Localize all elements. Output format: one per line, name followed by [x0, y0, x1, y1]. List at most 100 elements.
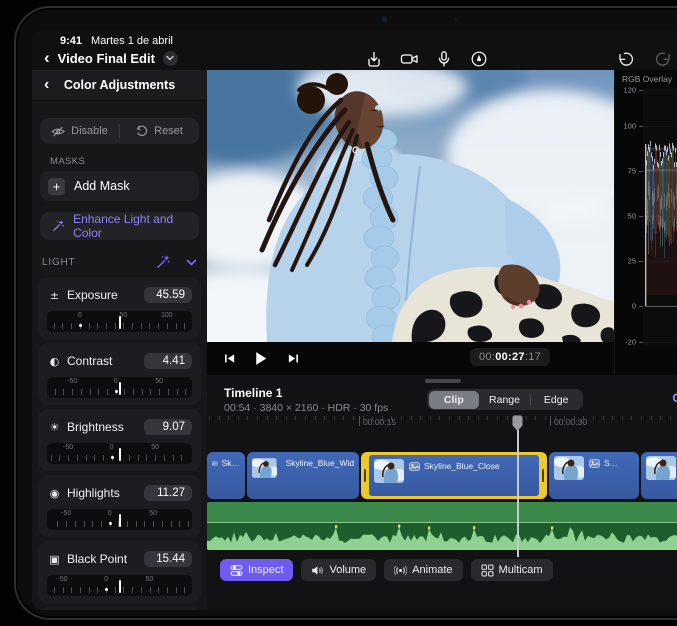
selected-clip[interactable]: Skyline_Blue_Close	[361, 452, 547, 499]
add-mask-button[interactable]: + Add Mask	[40, 171, 199, 201]
segment-range[interactable]: Range	[479, 391, 530, 409]
slider-handle[interactable]	[119, 316, 121, 329]
timeline-title: Timeline 1	[224, 386, 282, 400]
timeline-tick	[622, 416, 623, 420]
slider-value[interactable]: 45.59	[144, 287, 192, 303]
slider-handle[interactable]	[119, 514, 121, 527]
slider-handle[interactable]	[119, 382, 121, 395]
slider-ruler[interactable]: -50050	[47, 377, 192, 398]
light-collapse-button[interactable]	[186, 259, 197, 266]
ruler-tick	[54, 323, 55, 329]
slider-label: Black Point	[67, 552, 127, 566]
segment-edge[interactable]: Edge	[531, 391, 582, 409]
timeline-clip[interactable]: Skyline_Blue_Close	[369, 455, 539, 496]
panel-back-button[interactable]: ‹	[44, 76, 49, 94]
ruler-tick	[188, 521, 189, 527]
ruler-tick	[167, 323, 168, 329]
reset-label: Reset	[154, 125, 183, 137]
brightness-icon: ☀	[47, 421, 62, 434]
animate-button[interactable]: Animate	[384, 559, 462, 581]
inspect-button[interactable]: Inspect	[220, 559, 293, 581]
ruler-tick	[158, 323, 159, 329]
status-date: Martes 1 de abril	[91, 35, 173, 47]
panel-drag-handle[interactable]	[425, 379, 461, 383]
timeline-clip[interactable]	[641, 452, 677, 499]
timeline-tick	[228, 416, 229, 420]
ruler-tick	[176, 323, 177, 329]
slider-handle[interactable]	[119, 580, 121, 593]
timecode-display: 00:00:27:17	[470, 348, 550, 366]
ruler-tick	[153, 521, 154, 527]
ruler-tick	[129, 455, 130, 461]
trim-handle-left[interactable]	[364, 469, 366, 482]
chevron-down-icon	[166, 55, 174, 61]
timeline-tick	[487, 416, 488, 420]
skip-back-button[interactable]	[223, 352, 236, 365]
slider-handle[interactable]	[119, 448, 121, 461]
slider-brightness: ☀Brightness9.07-50050	[38, 409, 201, 471]
slider-highlights: ◉Highlights11.27-50050	[38, 475, 201, 537]
volume-button[interactable]: Volume	[301, 559, 376, 581]
title-dropdown-button[interactable]	[163, 51, 178, 66]
slider-ruler[interactable]: -50050	[47, 509, 192, 530]
segment-clip[interactable]: Clip	[429, 391, 480, 409]
audio-waveform-region	[207, 522, 677, 550]
clip-thumbnail	[554, 456, 584, 480]
slider-value[interactable]: 4.41	[144, 353, 192, 369]
record-video-button[interactable]	[399, 49, 419, 69]
slider-value[interactable]: 11.27	[144, 485, 192, 501]
ruler-tick-label: -50	[61, 510, 71, 517]
slider-label: Contrast	[67, 354, 112, 368]
inspect-icon	[230, 564, 243, 577]
timeline-ruler[interactable]: 00:00:1500:00:30	[207, 415, 677, 433]
panel-header: ‹ Color Adjustments	[32, 70, 207, 101]
ipad-device: 9:41 Martes 1 de abril ‹ Video Final Edi…	[14, 6, 677, 620]
animate-icon	[394, 564, 407, 577]
svg-text:120: 120	[623, 86, 636, 95]
masks-section-label: MASKS	[50, 156, 207, 167]
trim-handle-right[interactable]	[542, 469, 544, 482]
slider-ruler[interactable]: -50050	[47, 575, 192, 596]
back-chevron-icon[interactable]: ‹	[44, 48, 50, 68]
pencil-tool-button[interactable]	[469, 49, 489, 69]
cut-off-button[interactable]: C	[672, 391, 677, 405]
ruler-tick-label: 0	[114, 378, 118, 385]
enhance-light-color-button[interactable]: Enhance Light and Color	[40, 212, 199, 240]
slider-value[interactable]: 9.07	[144, 419, 192, 435]
microphone-icon	[435, 50, 453, 68]
timeline-clip[interactable]: S…	[549, 452, 639, 499]
reset-button[interactable]: Reset	[120, 125, 199, 137]
timeline-clip[interactable]: Skyline_Blue_Wide	[247, 452, 359, 499]
skip-forward-button[interactable]	[287, 352, 300, 365]
timeline-panel: Timeline 1 00:54 · 3840 × 2160 · HDR · 3…	[207, 375, 677, 610]
audio-track[interactable]	[207, 502, 677, 550]
highlights-icon: ◉	[47, 487, 62, 500]
redo-button[interactable]	[654, 49, 674, 69]
slider-value[interactable]: 15.44	[144, 551, 192, 567]
import-button[interactable]	[364, 49, 384, 69]
slider-ruler[interactable]: -50050	[47, 443, 192, 464]
ruler-tick	[71, 587, 72, 593]
ruler-tick	[181, 455, 182, 461]
timeline-tick	[420, 416, 421, 420]
record-audio-button[interactable]	[434, 49, 454, 69]
undo-button[interactable]	[614, 49, 634, 69]
transport-bar: 00:00:27:17	[207, 342, 614, 375]
redo-icon	[655, 50, 674, 69]
ruler-tick	[179, 521, 180, 527]
disable-button[interactable]: Disable	[40, 125, 119, 137]
play-button[interactable]	[252, 350, 269, 367]
light-auto-button[interactable]	[156, 255, 170, 269]
project-title-button[interactable]: ‹ Video Final Edit	[44, 48, 178, 68]
slider-ruler[interactable]: 050100	[47, 311, 192, 332]
timeline-clip[interactable]: Sk…	[207, 452, 245, 499]
timeline-tick	[315, 416, 316, 420]
ruler-tick	[138, 455, 139, 461]
ruler-tick	[107, 389, 108, 395]
multicam-button[interactable]: Multicam	[471, 559, 553, 581]
ruler-tick	[176, 587, 177, 593]
eye-off-icon	[51, 126, 65, 137]
timeline-tick	[612, 416, 613, 420]
ruler-tick	[115, 323, 116, 329]
ruler-tick	[63, 389, 64, 395]
